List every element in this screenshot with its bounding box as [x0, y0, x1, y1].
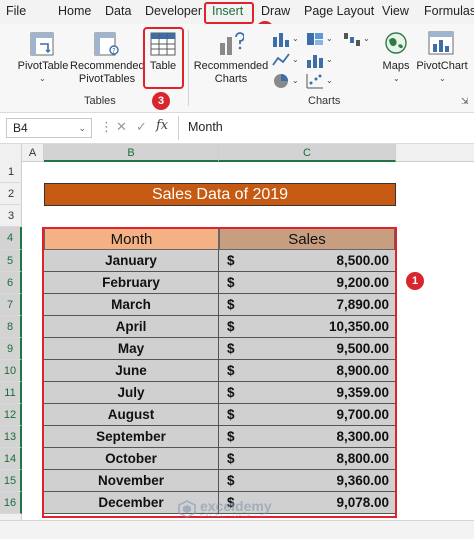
pie-chart-dropdown-icon[interactable]: ⌄ [292, 76, 299, 85]
row-header[interactable]: 12 [0, 404, 22, 426]
maps-dropdown-icon[interactable]: ⌄ [393, 74, 400, 83]
pie-chart-icon[interactable] [272, 73, 290, 89]
column-header-a[interactable]: A [22, 144, 44, 162]
watermark-tagline: EXCEL · DATA · BI [200, 513, 268, 519]
row-headers: 1 2 3 4 5 6 7 8 9 10 11 12 13 14 15 16 [0, 162, 22, 520]
pivot-chart-label[interactable]: PivotChart [414, 60, 470, 73]
row-header[interactable]: 10 [0, 360, 22, 382]
row-header[interactable]: 13 [0, 426, 22, 448]
menu-formulas[interactable]: Formulas [424, 4, 474, 18]
waterfall-chart-dropdown-icon[interactable]: ⌄ [363, 34, 370, 43]
menu-developer[interactable]: Developer [145, 4, 202, 18]
sheet-tabs-bar [0, 520, 474, 539]
charts-group-label: Charts [308, 95, 341, 107]
selected-range-highlight [42, 227, 397, 518]
table-button-highlight [143, 27, 184, 89]
row-header[interactable]: 8 [0, 316, 22, 338]
row-header[interactable]: 7 [0, 294, 22, 316]
row-header[interactable]: 6 [0, 272, 22, 294]
menu-file[interactable]: File [6, 4, 26, 18]
svg-text:?: ? [112, 47, 116, 55]
hierarchy-chart-icon[interactable] [306, 31, 324, 47]
name-box[interactable]: B4 ⌄ [6, 118, 92, 138]
column-chart-dropdown-icon[interactable]: ⌄ [292, 34, 299, 43]
select-all-corner[interactable] [0, 144, 22, 162]
name-box-value: B4 [13, 121, 28, 135]
menu-draw[interactable]: Draw [261, 4, 290, 18]
recommended-charts-label[interactable]: Recommended Charts [192, 60, 270, 86]
watermark-name: exceldemy [200, 498, 272, 514]
column-chart-icon[interactable] [272, 31, 290, 47]
line-chart-icon[interactable] [272, 52, 290, 68]
pivot-chart-dropdown-icon[interactable]: ⌄ [439, 74, 446, 83]
row-header[interactable]: 4 [0, 227, 22, 250]
scatter-chart-dropdown-icon[interactable]: ⌄ [326, 76, 333, 85]
column-header-b[interactable]: B [44, 144, 219, 162]
enter-check-icon[interactable]: ✓ [136, 119, 147, 135]
formula-input[interactable]: Month [188, 120, 223, 134]
scatter-chart-icon[interactable] [306, 73, 324, 89]
statistic-chart-icon[interactable] [306, 52, 324, 68]
recommended-pivottables-icon[interactable]: ? [94, 32, 120, 56]
menu-view[interactable]: View [382, 4, 409, 18]
column-header-c[interactable]: C [219, 144, 396, 162]
row-header[interactable]: 15 [0, 470, 22, 492]
formula-bar-divider [178, 116, 179, 140]
waterfall-chart-icon[interactable] [343, 31, 361, 47]
row-header[interactable]: 2 [0, 183, 22, 205]
hierarchy-chart-dropdown-icon[interactable]: ⌄ [326, 34, 333, 43]
maps-globe-icon[interactable] [384, 31, 408, 55]
tables-group-label: Tables [84, 95, 116, 107]
insert-tab-highlight [204, 2, 254, 24]
menu-home[interactable]: Home [58, 4, 91, 18]
cancel-icon[interactable]: ✕ [116, 119, 127, 135]
exceldemy-logo-icon [178, 500, 196, 518]
row-header[interactable]: 9 [0, 338, 22, 360]
insert-function-icon[interactable]: fx [156, 118, 168, 133]
ribbon-separator [188, 30, 189, 106]
line-chart-dropdown-icon[interactable]: ⌄ [292, 55, 299, 64]
dialog-launcher-icon[interactable]: ⇲ [461, 96, 469, 107]
row-header[interactable]: 16 [0, 492, 22, 514]
row-header[interactable]: 14 [0, 448, 22, 470]
sheet-title-cell[interactable]: Sales Data of 2019 [44, 183, 396, 206]
exceldemy-watermark: exceldemy EXCEL · DATA · BI [178, 498, 298, 522]
recommended-pivottables-label[interactable]: Recommended PivotTables [70, 60, 145, 86]
row-header[interactable]: 11 [0, 382, 22, 404]
column-headers: A B C [0, 144, 474, 162]
pivot-table-label[interactable]: PivotTable [16, 60, 70, 73]
step-badge-3: 3 [152, 92, 170, 110]
row-header[interactable]: 5 [0, 250, 22, 272]
menu-data[interactable]: Data [105, 4, 131, 18]
recommended-charts-icon[interactable] [218, 31, 244, 57]
row-header[interactable]: 1 [0, 162, 22, 183]
maps-label[interactable]: Maps [376, 60, 416, 73]
more-options-icon: ⋮ [100, 119, 113, 134]
statistic-chart-dropdown-icon[interactable]: ⌄ [326, 55, 333, 64]
pivot-table-dropdown-icon[interactable]: ⌄ [39, 74, 46, 83]
pivot-chart-icon[interactable] [428, 31, 454, 55]
row-header[interactable]: 3 [0, 205, 22, 227]
name-box-dropdown-icon[interactable]: ⌄ [78, 119, 86, 137]
pivot-table-icon[interactable] [30, 32, 54, 56]
menu-page-layout[interactable]: Page Layout [304, 4, 374, 18]
step-badge-1: 1 [406, 272, 424, 290]
